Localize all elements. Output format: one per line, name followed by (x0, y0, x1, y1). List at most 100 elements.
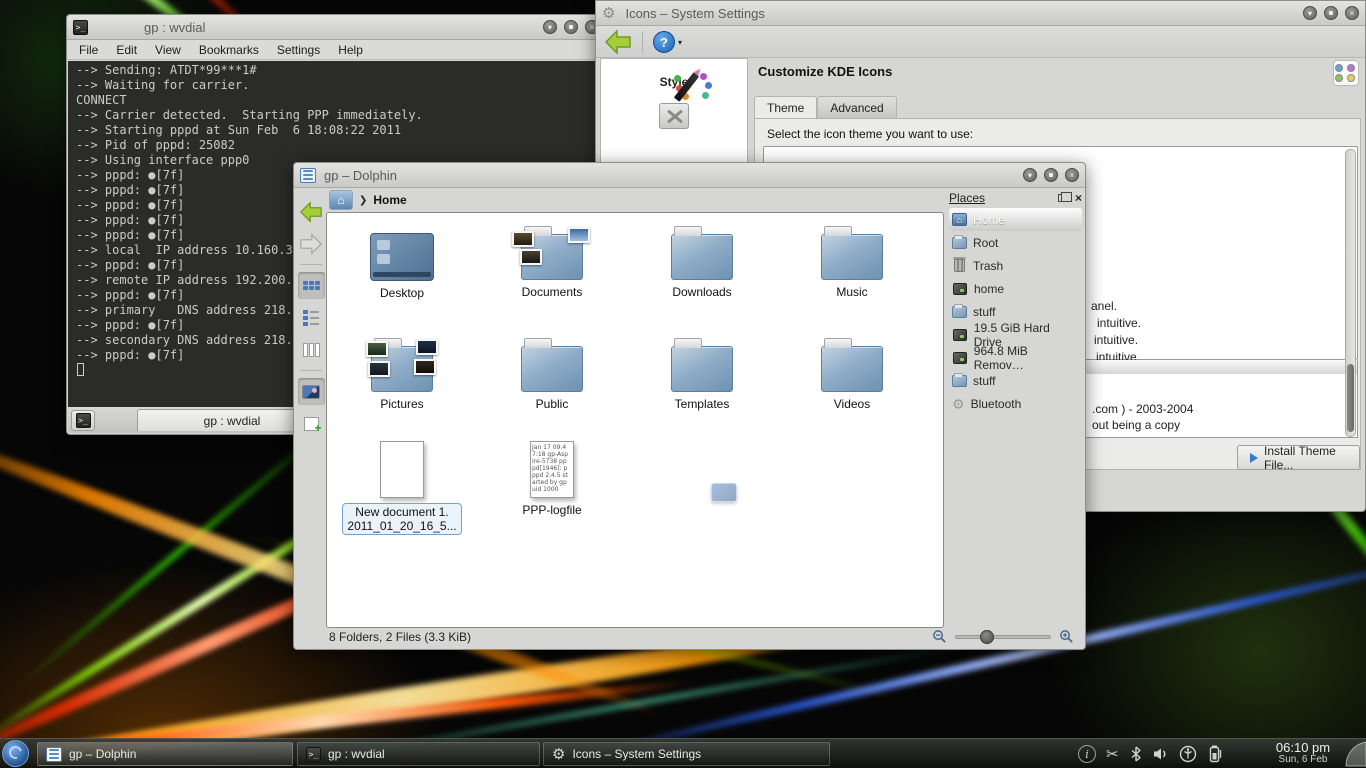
terminal-icon: >_ (306, 747, 321, 762)
place-trash[interactable]: Trash (949, 254, 1082, 277)
menu-bookmarks[interactable]: Bookmarks (199, 43, 259, 57)
install-theme-button[interactable]: Install Theme File... (1237, 445, 1360, 470)
icons-module-icon (1333, 60, 1359, 86)
places-header: Places (949, 191, 985, 205)
list-text-fragment: anel. (1091, 299, 1117, 313)
menu-help[interactable]: Help (338, 43, 363, 57)
float-panel-button[interactable] (1058, 194, 1067, 202)
terminal-cursor (77, 363, 84, 376)
scrollbar-thumb[interactable] (1347, 364, 1354, 432)
folder-item-desktop[interactable]: Desktop (332, 221, 472, 300)
folder-item-videos[interactable]: Videos (782, 333, 922, 411)
breadcrumb: ⌂ ❯ Home (326, 188, 946, 212)
task-system-settings[interactable]: ⚙ Icons – System Settings (543, 742, 830, 766)
new-tab-button[interactable]: >_ (71, 410, 95, 431)
place-home-partition[interactable]: home (949, 277, 1082, 300)
dolphin-side-toolbar (296, 198, 326, 625)
folder-icon (521, 234, 583, 280)
tab-theme[interactable]: Theme (754, 96, 817, 119)
volume-icon[interactable] (1153, 746, 1169, 762)
maximize-button[interactable] (1324, 6, 1338, 20)
close-button[interactable]: × (1345, 6, 1359, 20)
klipper-scissors-icon[interactable]: ✂ (1106, 747, 1119, 762)
home-button[interactable]: ⌂ (329, 190, 353, 210)
folder-item-pictures[interactable]: Pictures (332, 333, 472, 411)
folder-item-downloads[interactable]: Downloads (632, 221, 772, 299)
folder-item-documents[interactable]: Documents (482, 221, 622, 299)
dolphin-titlebar[interactable]: gp – Dolphin ▾ × (294, 163, 1085, 188)
list-scrollbar[interactable] (1345, 149, 1356, 437)
place-home[interactable]: ⌂ Home (949, 208, 1082, 231)
minimize-button[interactable]: ▾ (543, 20, 557, 34)
battery-icon[interactable] (1207, 744, 1223, 764)
place-removable[interactable]: 964.8 MiB Remov… (949, 346, 1082, 369)
icons-view-button[interactable] (298, 272, 325, 299)
task-dolphin[interactable]: gp – Dolphin (37, 742, 293, 766)
back-button[interactable] (298, 198, 325, 225)
task-wvdial[interactable]: >_ gp : wvdial (297, 742, 540, 766)
folder-icon (952, 237, 967, 249)
menu-file[interactable]: File (79, 43, 98, 57)
breadcrumb-home[interactable]: Home (373, 193, 406, 207)
folder-icon (821, 234, 883, 280)
sidebar-item-style[interactable]: Style (601, 59, 747, 89)
notifications-icon[interactable]: i (1078, 745, 1096, 763)
select-theme-label: Select the icon theme you want to use: (767, 127, 973, 141)
place-root[interactable]: Root (949, 231, 1082, 254)
clock[interactable]: 06:10 pm Sun, 6 Feb (1262, 739, 1344, 769)
zoom-in-icon[interactable] (1059, 629, 1074, 644)
konsole-titlebar[interactable]: >_ gp : wvdial ▾ × (67, 15, 605, 40)
minimize-button[interactable]: ▾ (1303, 6, 1317, 20)
page-title: Customize KDE Icons (758, 64, 892, 79)
file-item-ppp-logfile[interactable]: Jan 17 09:4 7:18 gp-Asp ire-5738 pp pd[1… (482, 435, 622, 517)
menu-view[interactable]: View (155, 43, 181, 57)
forward-button[interactable] (298, 230, 325, 257)
dolphin-icon (46, 747, 62, 762)
dolphin-window: gp – Dolphin ▾ × ⌂ ❯ Home (293, 162, 1086, 650)
back-button[interactable] (604, 29, 632, 55)
minimize-button[interactable]: ▾ (1023, 168, 1037, 182)
system-tray: i ✂ (1078, 739, 1223, 769)
folder-item-music[interactable]: Music (782, 221, 922, 299)
trash-icon (954, 259, 965, 272)
preview-button[interactable] (298, 378, 325, 405)
window-title: Icons – System Settings (625, 6, 764, 21)
bluetooth-icon[interactable] (1129, 745, 1143, 763)
place-bluetooth[interactable]: ⚙ Bluetooth (949, 392, 1082, 415)
tab-advanced[interactable]: Advanced (817, 96, 896, 119)
preview-icon (302, 385, 320, 399)
system-settings-titlebar[interactable]: ⚙ Icons – System Settings ▾ × (596, 1, 1365, 26)
file-item-new-document[interactable]: New document 1. 2011_01_20_16_5... (332, 435, 472, 535)
ghost-icon (711, 483, 737, 502)
folder-icon (821, 346, 883, 392)
gear-icon: ⚙ (552, 747, 565, 762)
split-view-icon (304, 417, 319, 431)
chevron-down-icon: ▾ (678, 32, 682, 54)
folder-icon (952, 306, 967, 318)
zoom-slider-handle[interactable] (980, 630, 994, 644)
zoom-out-icon[interactable] (932, 629, 947, 644)
help-button[interactable]: ? ▾ (653, 31, 675, 53)
close-panel-button[interactable]: × (1075, 192, 1082, 204)
app-launcher-button[interactable] (2, 740, 29, 767)
device-notifier-usb-icon[interactable] (1179, 745, 1197, 763)
sidebar-item-tools[interactable] (659, 103, 689, 129)
maximize-button[interactable] (1044, 168, 1058, 182)
details-view-button[interactable] (298, 304, 325, 331)
menu-edit[interactable]: Edit (116, 43, 137, 57)
clock-time: 06:10 pm (1262, 741, 1344, 755)
icons-view-icon (303, 281, 320, 290)
menu-settings[interactable]: Settings (277, 43, 320, 57)
folder-item-public[interactable]: Public (482, 333, 622, 411)
split-view-button[interactable] (298, 410, 325, 437)
place-stuff-2[interactable]: stuff (949, 369, 1082, 392)
folder-icon (952, 375, 967, 387)
panel-toolbox-cashew-icon[interactable] (1344, 739, 1366, 769)
columns-view-button[interactable] (298, 336, 325, 363)
toolbar-separator (642, 31, 643, 53)
folder-item-templates[interactable]: Templates (632, 333, 772, 411)
close-button[interactable]: × (1065, 168, 1079, 182)
zoom-slider[interactable] (955, 635, 1051, 639)
maximize-button[interactable] (564, 20, 578, 34)
folder-view[interactable]: Desktop Documents Downloads Music Pictur… (326, 212, 944, 628)
